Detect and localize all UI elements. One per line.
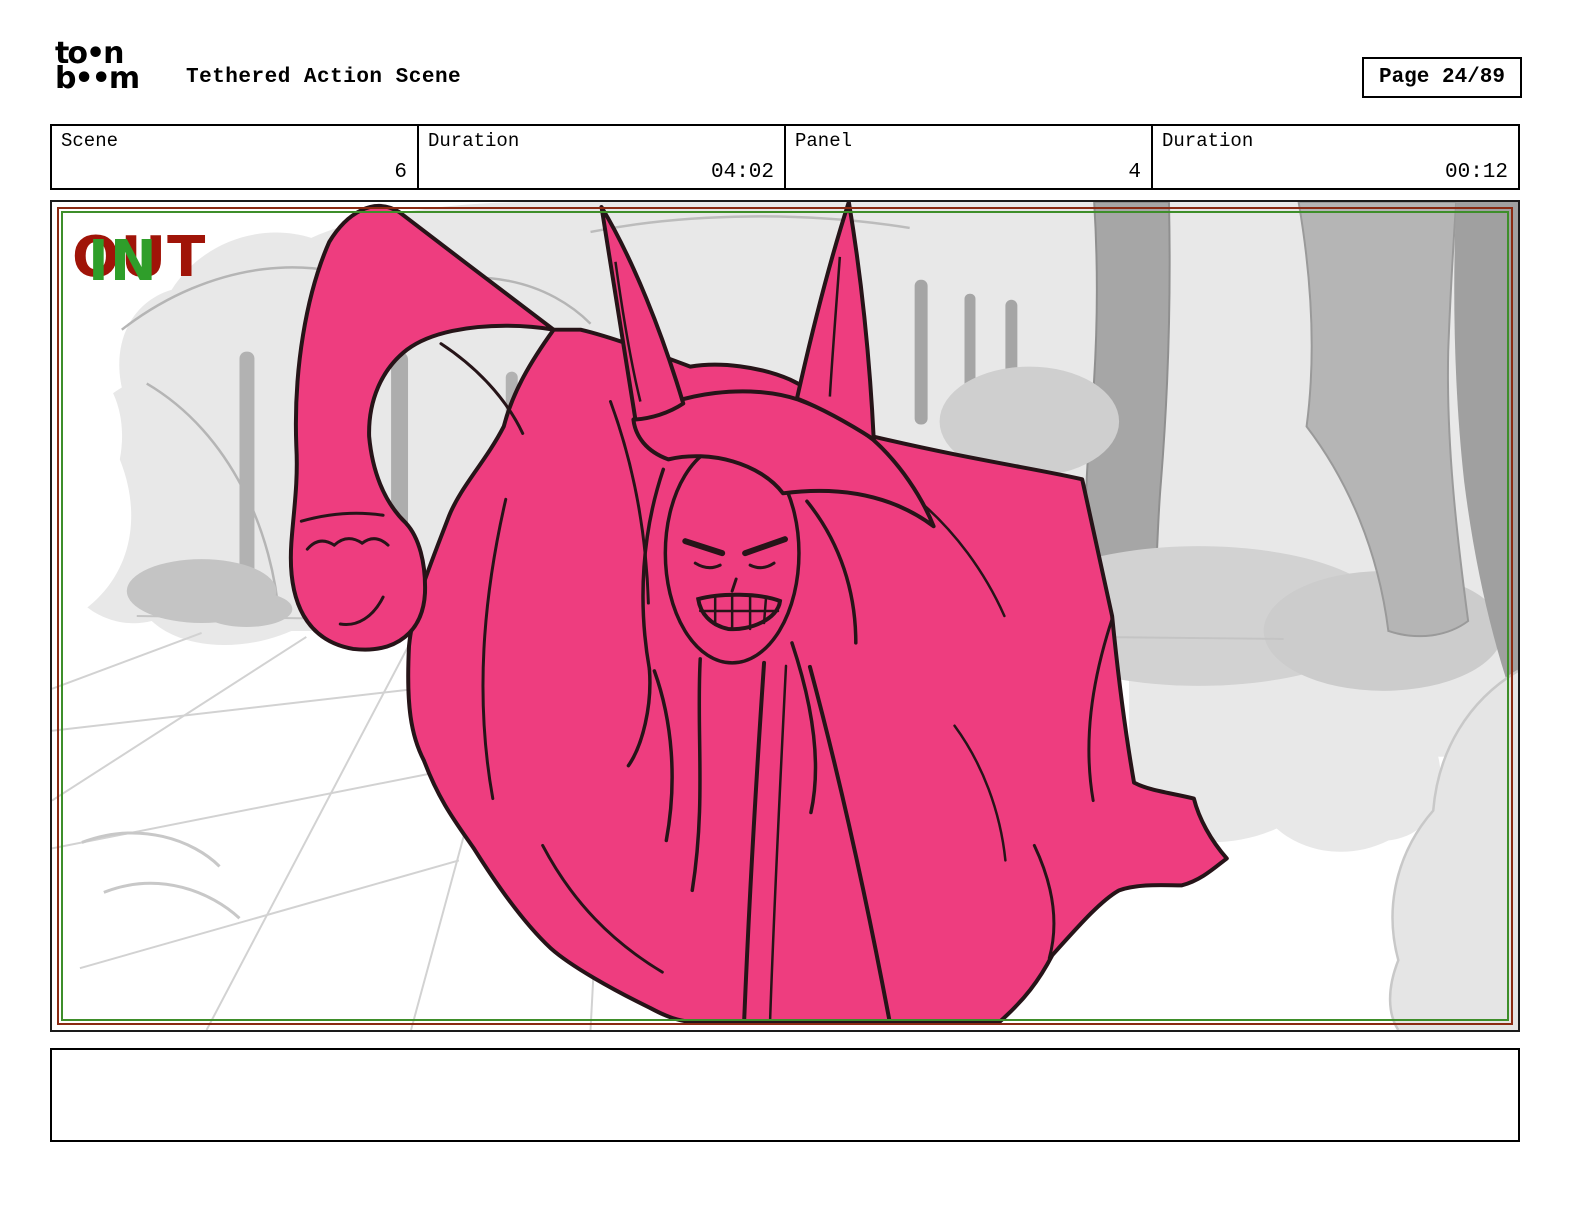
caption-box xyxy=(50,1048,1520,1142)
camera-in-marker: IN xyxy=(88,234,158,290)
project-title: Tethered Action Scene xyxy=(186,66,461,89)
logo-line-2: b••m xyxy=(55,67,138,92)
scene-info-bar: Scene 6 Duration 04:02 Panel 4 Duration … xyxy=(50,124,1520,190)
storyboard-panel-drawing xyxy=(52,202,1518,1030)
panel-value: 4 xyxy=(1128,161,1141,184)
page-number-badge: Page 24/89 xyxy=(1362,57,1522,98)
toonboom-logo: to•n b••m xyxy=(55,42,138,91)
scene-duration-value: 04:02 xyxy=(711,161,774,184)
storyboard-panel: OUT IN xyxy=(50,200,1520,1032)
scene-cell: Scene 6 xyxy=(52,126,417,188)
scene-value: 6 xyxy=(394,161,407,184)
panel-duration-label: Duration xyxy=(1162,130,1253,152)
storyboard-page: { "header": { "logo": { "line1": "to•n",… xyxy=(0,0,1584,1224)
panel-label: Panel xyxy=(795,130,852,152)
scene-duration-cell: Duration 04:02 xyxy=(417,126,784,188)
panel-cell: Panel 4 xyxy=(784,126,1151,188)
panel-duration-value: 00:12 xyxy=(1445,161,1508,184)
scene-duration-label: Duration xyxy=(428,130,519,152)
panel-duration-cell: Duration 00:12 xyxy=(1151,126,1518,188)
scene-label: Scene xyxy=(61,130,118,152)
